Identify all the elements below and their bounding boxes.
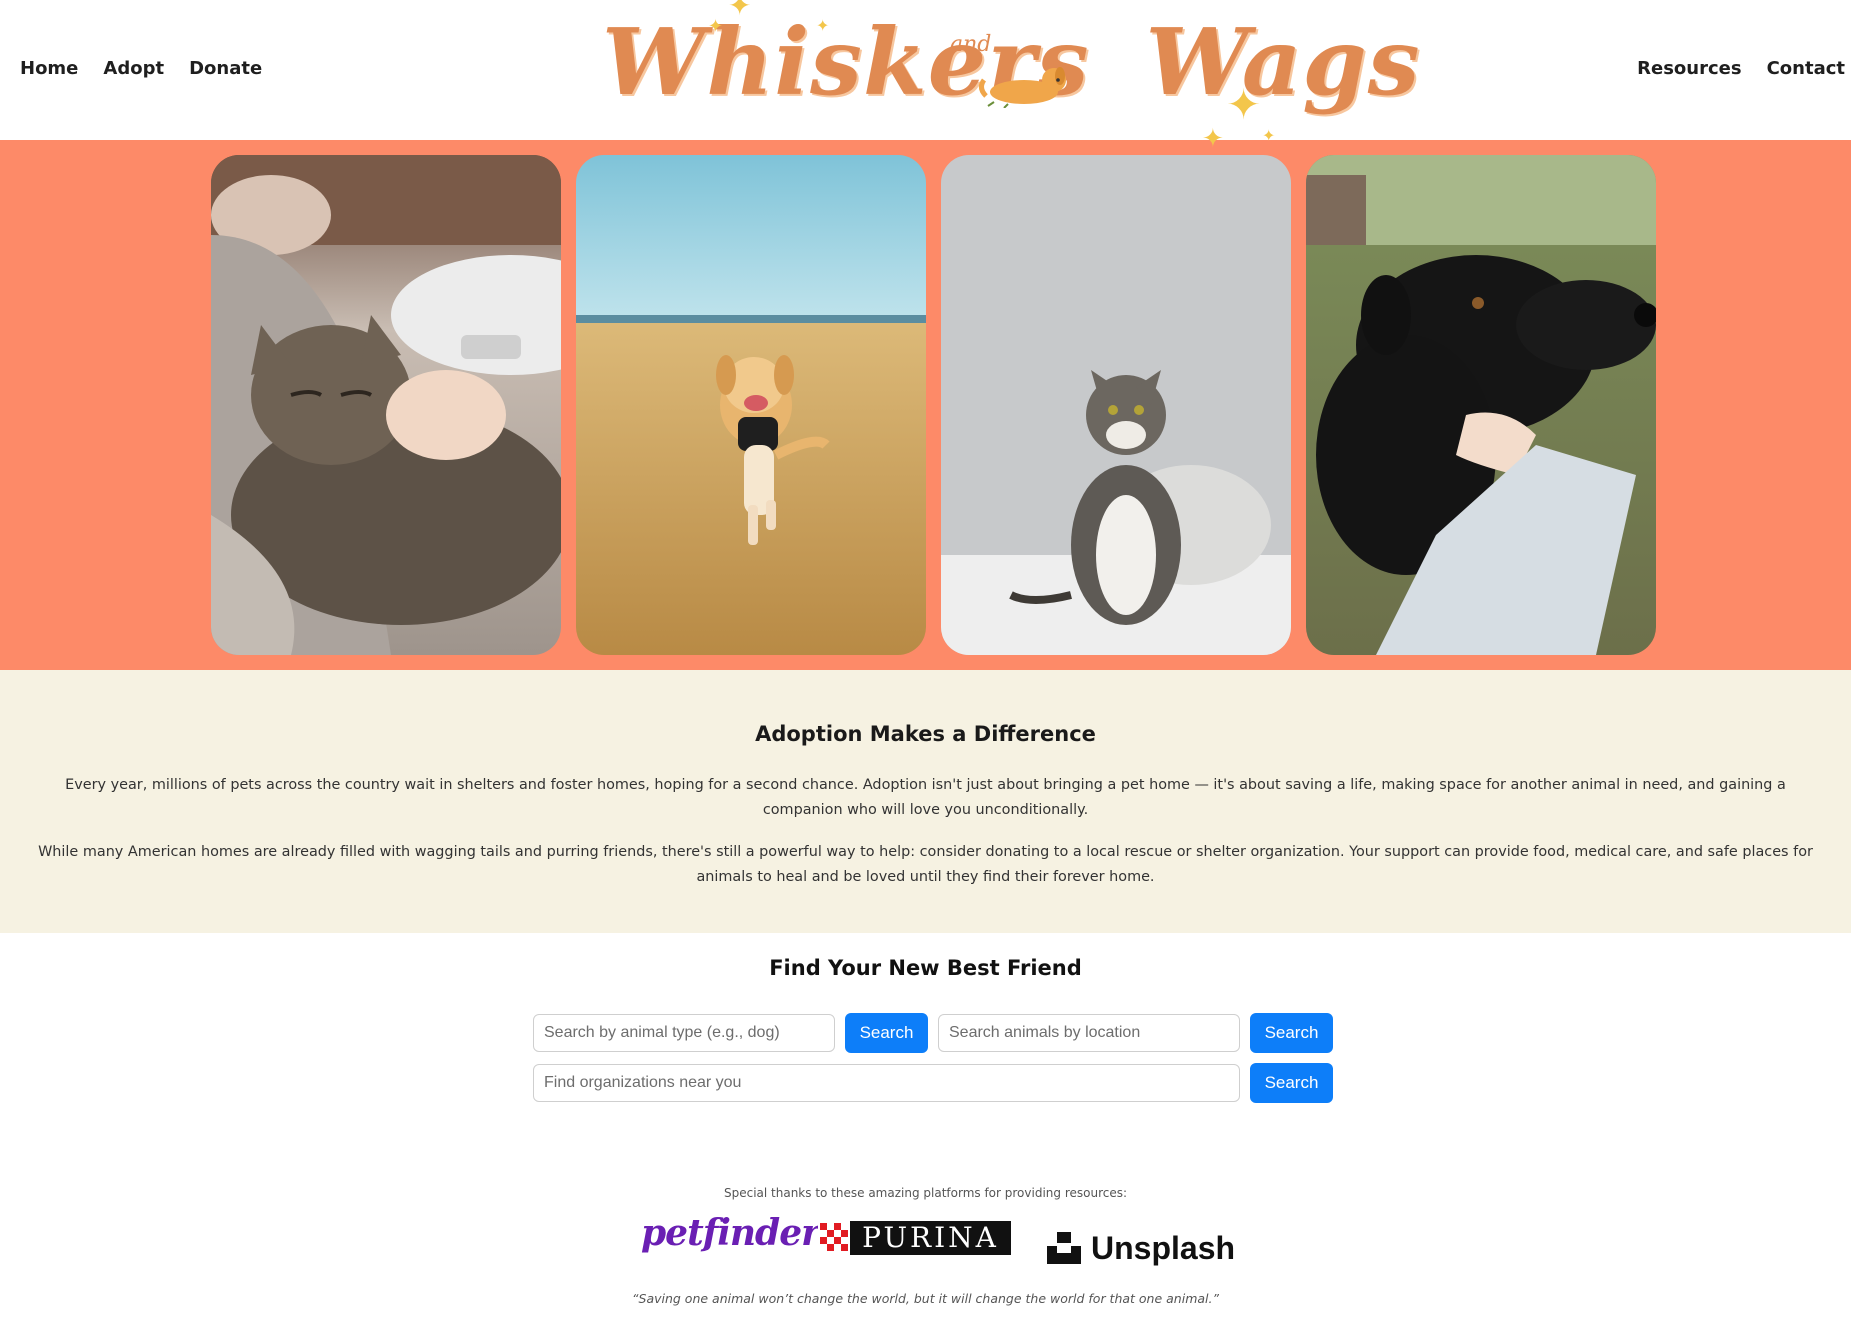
hero-gallery [0,140,1851,670]
adoption-section-title: Adoption Makes a Difference [755,722,1096,746]
petfinder-logo[interactable]: petfinder [641,1212,820,1272]
unsplash-icon [1047,1232,1081,1264]
purina-checkerboard-icon [818,1221,850,1255]
nav-home-link[interactable]: Home [20,58,78,79]
nav-donate-link[interactable]: Donate [189,58,262,79]
dog-illustration-icon [978,67,1066,108]
sparkle-icon: ✦ [1262,126,1276,145]
sparkle-icon: ✦ [1202,124,1224,154]
site-header: Home Adopt Donate Whiskers Wags and ✦ ✦ ✦… [0,0,1851,152]
purina-logo[interactable]: PURINA [818,1221,1011,1255]
photo-black-dog [1306,155,1656,655]
sparkle-icon: ✦ [708,16,724,37]
unsplash-wordmark: Unsplash [1091,1229,1236,1266]
organization-search-input[interactable] [533,1064,1240,1102]
photo-cat-sitting [941,155,1291,655]
nav-adopt-link[interactable]: Adopt [103,58,164,79]
primary-nav: Home Adopt Donate [20,58,262,79]
search-section-title: Find Your New Best Friend [769,956,1082,980]
photo-cat-cuddle [211,155,561,655]
animal-type-search-input[interactable] [533,1014,835,1052]
footer-quote: “Saving one animal won’t change the worl… [632,1291,1219,1306]
nav-resources-link[interactable]: Resources [1637,58,1741,79]
sparkle-icon: ✦ [816,16,830,35]
location-search-input[interactable] [938,1014,1240,1052]
sparkle-icon: ✦ [728,0,752,22]
unsplash-logo[interactable]: Unsplash [1047,1218,1235,1278]
location-search-button[interactable]: Search [1250,1013,1333,1053]
animal-type-search-button[interactable]: Search [845,1013,928,1053]
photo-dog-beach [576,155,926,655]
site-logo[interactable]: Whiskers Wags and ✦ ✦ ✦ ✦ ✦ ✦ [590,0,1420,160]
purina-wordmark: PURINA [862,1221,999,1254]
adoption-info-section: Adoption Makes a Difference Every year, … [0,670,1851,933]
sparkle-icon: ✦ [1226,80,1262,129]
organization-search-button[interactable]: Search [1250,1063,1333,1103]
logo-and-text: and [950,32,992,57]
adoption-paragraph-2: While many American homes are already fi… [38,844,1813,885]
credits-thanks-text: Special thanks to these amazing platform… [723,1186,1128,1200]
nav-contact-link[interactable]: Contact [1767,58,1845,79]
secondary-nav: Resources Contact [1637,58,1845,79]
adoption-paragraph-1: Every year, millions of pets across the … [65,777,1786,818]
